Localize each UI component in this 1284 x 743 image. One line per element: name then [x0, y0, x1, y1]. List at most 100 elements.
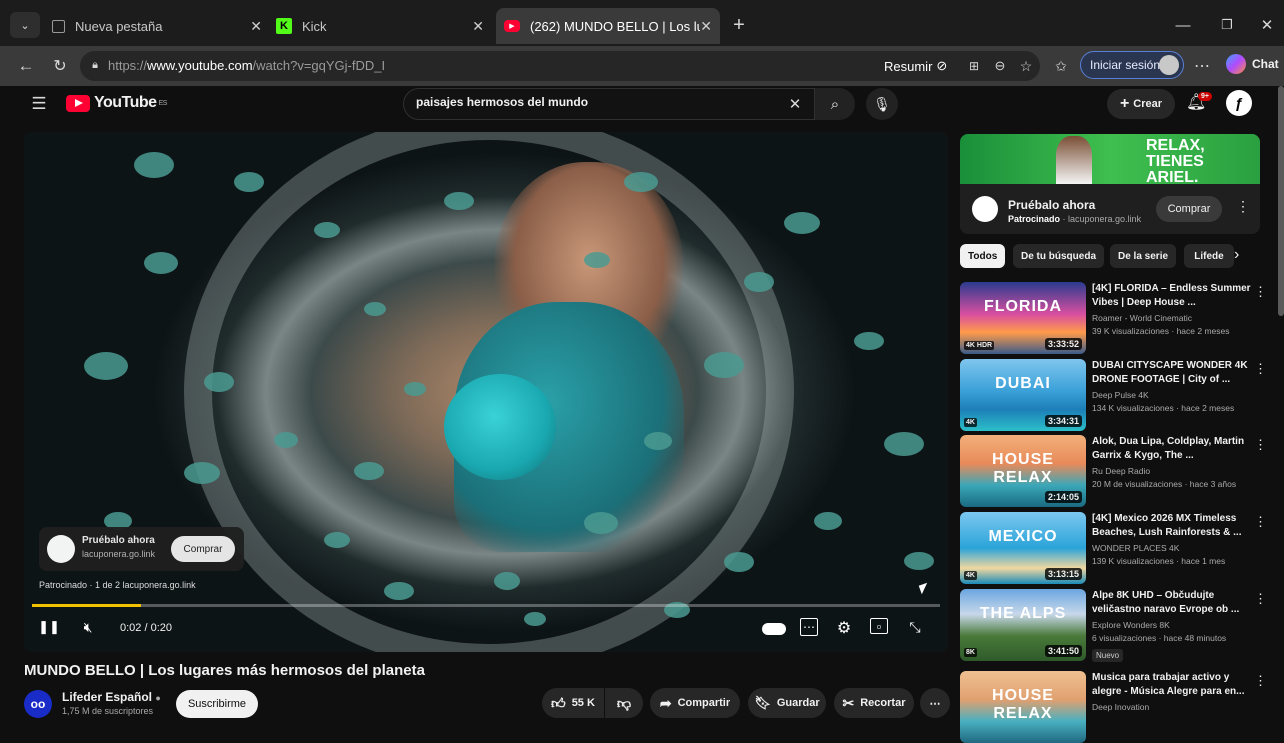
ad-card-domain[interactable]: lacuponera.go.link [82, 549, 155, 559]
signin-button[interactable]: Iniciar sesión [1080, 51, 1184, 79]
sidebar-ad-buy-button[interactable]: Comprar [1156, 196, 1222, 222]
recommended-title[interactable]: Musica para trabajar activo y alegre - M… [1092, 671, 1252, 699]
fullscreen-icon[interactable]: ⤡ [906, 618, 924, 636]
more-vertical-icon[interactable]: ⋮ [1254, 284, 1267, 300]
recommended-channel[interactable]: Ru Deep Radio [1092, 466, 1150, 476]
video-thumbnail[interactable]: HOUSE RELAX 2:14:05 [960, 435, 1086, 507]
recommended-title[interactable]: DUBAI CITYSCAPE WONDER 4K DRONE FOOTAGE … [1092, 359, 1252, 387]
tab-label: Kick [302, 18, 327, 34]
like-button[interactable]: 👍︎ 55 K [542, 688, 604, 718]
recommended-video[interactable]: HOUSE RELAX Musica para trabajar activo y… [960, 671, 1270, 743]
video-thumbnail[interactable]: DUBAI 4K 3:34:31 [960, 359, 1086, 431]
player-ad-card[interactable]: Pruébalo ahora lacuponera.go.link Compra… [39, 527, 244, 571]
youtube-logo[interactable]: YouTube ES [66, 94, 167, 112]
more-vertical-icon[interactable]: ⋮ [1254, 361, 1267, 377]
chevron-right-icon[interactable]: › [1234, 246, 1239, 264]
tab-new[interactable]: Nueva pestaña ✕ [52, 8, 270, 44]
address-bar[interactable]: 🔒︎ https://www.youtube.com/watch?v=gqYGj… [80, 51, 1040, 81]
autoplay-toggle[interactable] [762, 623, 786, 635]
more-vertical-icon[interactable]: ⋮ [1254, 591, 1267, 607]
copilot-chat-button[interactable]: Chat [1226, 54, 1279, 74]
favorite-star-icon[interactable]: ☆ [1018, 58, 1034, 74]
ad-buy-button[interactable]: Comprar [171, 536, 235, 562]
summarize-button[interactable]: Resumir ⊘ [884, 58, 947, 74]
hamburger-menu-icon[interactable]: ☰ [28, 94, 50, 114]
video-thumbnail[interactable]: FLORIDA 4K HDR 3:33:52 [960, 282, 1086, 354]
recommended-channel[interactable]: Roamer - World Cinematic [1092, 313, 1192, 323]
chip-channel[interactable]: Lifede [1184, 244, 1234, 268]
recommended-channel[interactable]: WONDER PLACES 4K [1092, 543, 1179, 553]
recommended-video[interactable]: HOUSE RELAX 2:14:05 Alok, Dua Lipa, Coldpl… [960, 435, 1270, 507]
thumbnail-caption: HOUSE RELAX [992, 451, 1054, 486]
channel-name[interactable]: Lifeder Español ● [62, 690, 161, 704]
recommended-channel[interactable]: Explore Wonders 8K [1092, 620, 1170, 630]
mute-icon[interactable]: 🔇︎ [78, 618, 98, 636]
minimize-icon[interactable]: — [1172, 14, 1194, 36]
sidebar-ad-panel[interactable]: Pruébalo ahora Patrocinado · lacuponera.… [960, 184, 1260, 234]
video-player[interactable]: Pruébalo ahora lacuponera.go.link Compra… [24, 132, 948, 652]
progress-bar[interactable] [32, 604, 940, 607]
chip-series[interactable]: De la serie [1110, 244, 1177, 268]
recommended-video[interactable]: FLORIDA 4K HDR 3:33:52 [4K] FLORIDA – Endle… [960, 282, 1270, 354]
restore-icon[interactable]: ❐ [1216, 14, 1238, 36]
video-thumbnail[interactable]: THE ALPS 8K 3:41:50 [960, 589, 1086, 661]
scrollbar[interactable] [1278, 86, 1284, 316]
recommended-video[interactable]: DUBAI 4K 3:34:31 DUBAI CITYSCAPE WONDER 4K … [960, 359, 1270, 431]
recommended-video[interactable]: MEXICO 4K 3:13:15 [4K] Mexico 2026 MX Timel… [960, 512, 1270, 584]
split-screen-icon[interactable]: ⊞ [966, 58, 982, 74]
settings-gear-icon[interactable]: ⚙︎ [834, 618, 854, 638]
ad-sponsored-info[interactable]: Patrocinado · 1 de 2 lacuponera.go.link [39, 580, 196, 590]
close-window-icon[interactable]: ✕ [1256, 14, 1278, 36]
account-avatar[interactable]: ƒ [1226, 90, 1252, 116]
back-icon[interactable]: ← [14, 54, 38, 78]
miniplayer-icon[interactable]: ▫ [870, 618, 888, 634]
search-box[interactable]: ✕ [403, 88, 815, 120]
save-button[interactable]: 🔖︎ Guardar [748, 688, 826, 718]
search-button[interactable]: ⌕ [815, 88, 855, 120]
subscribe-button[interactable]: Suscribirme [176, 690, 258, 718]
bead [884, 432, 924, 456]
pause-icon[interactable]: ❚❚ [38, 618, 60, 636]
more-vertical-icon[interactable]: ⋮ [1254, 673, 1267, 689]
more-menu-icon[interactable]: ⋯ [1192, 55, 1212, 77]
sidebar-ad-banner[interactable]: RELAX, TIENES ARIEL. [960, 134, 1260, 184]
chip-all[interactable]: Todos [960, 244, 1006, 268]
tab-kick[interactable]: K Kick ✕ [276, 8, 492, 44]
recommended-video[interactable]: THE ALPS 8K 3:41:50 Alpe 8K UHD – Občudujte… [960, 589, 1270, 662]
recommended-channel[interactable]: Deep Inovation [1092, 702, 1149, 712]
save-label: Guardar [776, 697, 820, 709]
clip-button[interactable]: ✂︎ Recortar [834, 688, 914, 718]
site-info-icon[interactable]: 🔒︎ [88, 58, 102, 72]
subtitles-icon[interactable]: ⋯ [800, 618, 818, 636]
share-button[interactable]: ➦ Compartir [650, 688, 740, 718]
tab-list-icon[interactable]: ⌄ [10, 12, 40, 38]
more-vertical-icon[interactable]: ⋮ [1254, 514, 1267, 530]
recommended-title[interactable]: Alok, Dua Lipa, Coldplay, Martin Garrix … [1092, 435, 1252, 463]
close-tab-icon[interactable]: ✕ [472, 18, 484, 35]
more-vertical-icon[interactable]: ⋮ [1254, 437, 1267, 453]
recommended-channel[interactable]: Deep Pulse 4K [1092, 390, 1149, 400]
dislike-button[interactable]: 👎︎ [605, 688, 643, 718]
close-tab-icon[interactable]: ✕ [700, 18, 712, 35]
create-button[interactable]: + Crear [1107, 89, 1175, 119]
channel-avatar[interactable]: oo [24, 690, 52, 718]
reload-icon[interactable]: ↻ [48, 54, 72, 78]
chip-from-search[interactable]: De tu búsqueda [1013, 244, 1105, 268]
favorites-icon[interactable]: ✩ [1050, 55, 1072, 77]
zoom-icon[interactable]: ⊖ [992, 58, 1008, 74]
more-vertical-icon[interactable]: ⋮ [1236, 198, 1250, 215]
bead [584, 252, 610, 268]
tab-youtube-active[interactable]: ▶ (262) MUNDO BELLO | Los lugares ✕ [496, 8, 720, 44]
close-tab-icon[interactable]: ✕ [250, 18, 262, 35]
voice-search-button[interactable]: 🎙︎ [866, 88, 898, 120]
like-count: 55 K [571, 697, 595, 709]
clear-search-icon[interactable]: ✕ [786, 95, 804, 113]
recommended-title[interactable]: Alpe 8K UHD – Občudujte veličastno narav… [1092, 589, 1252, 617]
video-thumbnail[interactable]: HOUSE RELAX [960, 671, 1086, 743]
recommended-title[interactable]: [4K] Mexico 2026 MX Timeless Beaches, Lu… [1092, 512, 1252, 540]
search-input[interactable] [416, 95, 776, 109]
video-thumbnail[interactable]: MEXICO 4K 3:13:15 [960, 512, 1086, 584]
more-actions-button[interactable]: ⋯ [920, 688, 950, 718]
recommended-title[interactable]: [4K] FLORIDA – Endless Summer Vibes | De… [1092, 282, 1252, 310]
new-tab-icon[interactable]: + [728, 14, 750, 36]
